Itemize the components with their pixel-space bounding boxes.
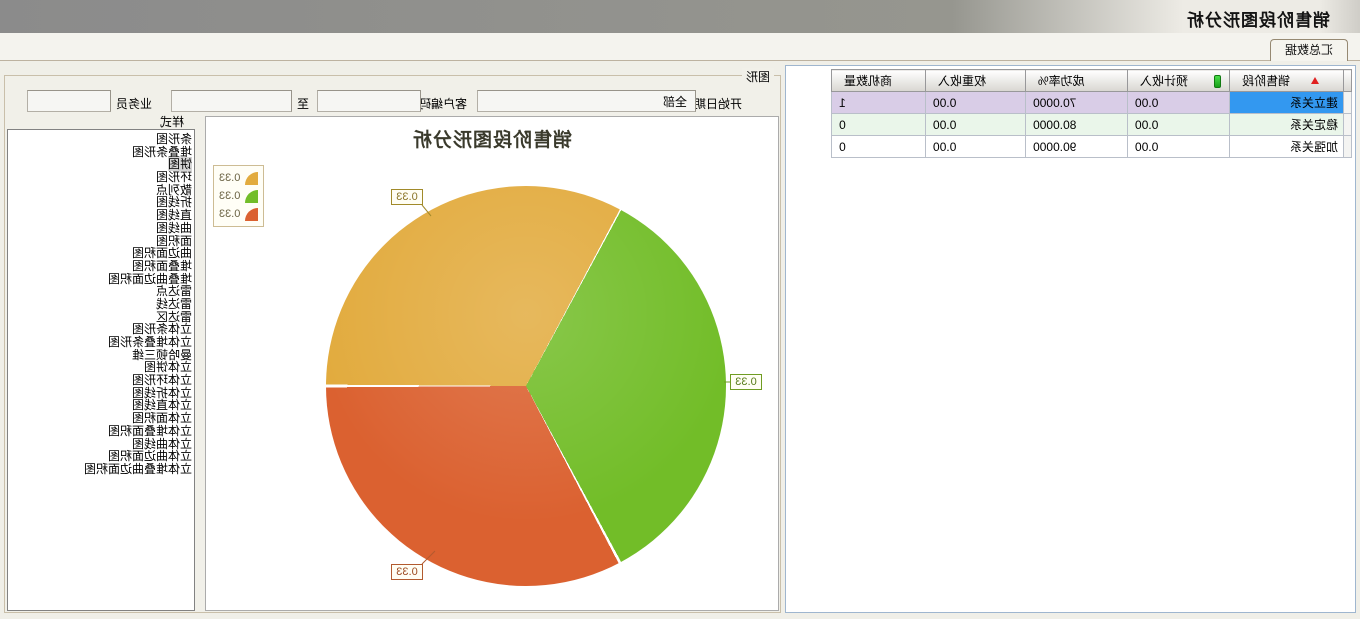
customer-code-input[interactable] [317,90,421,112]
table-cell[interactable]: 建立关系 [1230,92,1344,114]
table-cell[interactable]: 70.0000 [1026,92,1128,114]
salesperson-label: 业务员 [116,95,152,112]
table-cell[interactable]: 0.00 [1128,114,1230,136]
table-cell[interactable]: 90.0000 [1026,136,1128,158]
style-list-item[interactable]: 堆叠条形图 [10,146,192,159]
row-indicator[interactable] [1344,114,1352,136]
header-corner [1344,70,1352,92]
to-label: 至 [297,95,309,112]
table-cell[interactable]: 80.0000 [1026,114,1128,136]
legend-entry: 0.33 [219,205,258,223]
tab-strip [0,33,1360,61]
style-list[interactable]: 条形图堆叠条形图饼图环形图散列点折线图直线图曲线图面积图曲边面积图堆叠面积图堆叠… [7,129,195,611]
start-date-input[interactable] [477,90,696,112]
table-cell[interactable]: 0.00 [926,92,1026,114]
customer-code-to-input[interactable] [171,90,292,112]
column-header-success-rate[interactable]: 成功率% [1026,70,1128,92]
groupbox-label: 图形 [742,68,774,85]
title-bar: 销售阶段图形分析 [0,0,1360,33]
table-cell[interactable]: 0.00 [1128,136,1230,158]
legend-entry: 0.33 [219,169,258,187]
table-row: 稳定关系0.0080.00000.000 [832,114,1352,136]
sort-ascending-icon [1311,77,1319,84]
filter-indicator-icon [1214,75,1221,88]
chart-area: 销售阶段图形分析 0.330.330.33 0.33 0.33 0.33 [205,116,779,611]
legend-swatch-icon [245,190,258,203]
start-date-label: 开始日期 [694,95,742,112]
app-window: 销售阶段图形分析 汇总数据 销售阶段 预计收入 [0,0,1360,619]
table-cell[interactable]: 0.00 [1128,92,1230,114]
graph-groupbox: 图形 开始日期 客户编码 至 业务员 样式 条形图堆叠条形图饼图环形图散列点折线… [4,75,781,613]
pie-value-label: 0.33 [391,564,423,580]
page-title: 销售阶段图形分析 [1186,6,1330,31]
legend-swatch-icon [245,172,258,185]
tab-summary-data[interactable]: 汇总数据 [1270,39,1348,61]
chart-legend: 0.330.330.33 [213,165,264,227]
column-header-opportunity-count[interactable]: 商机数量 [832,70,926,92]
table-cell[interactable]: 1 [832,92,926,114]
salesperson-input[interactable] [27,90,111,112]
style-list-label: 样式 [160,113,184,130]
pie-chart[interactable] [326,186,726,586]
table-header-row: 销售阶段 预计收入 成功率% 权重收入 商机数量 [832,70,1352,92]
style-list-item[interactable]: 立体堆叠曲边面积图 [10,463,192,476]
pie-value-label: 0.33 [391,189,423,205]
table-row: 加强关系0.0090.00000.000 [832,136,1352,158]
table-cell[interactable]: 0.00 [926,114,1026,136]
chart-title: 销售阶段图形分析 [206,125,778,152]
table-cell[interactable]: 0 [832,114,926,136]
row-indicator[interactable] [1344,136,1352,158]
legend-entry: 0.33 [219,187,258,205]
table-body: 建立关系0.0070.00000.001稳定关系0.0080.00000.000… [832,92,1352,158]
pie-value-label: 0.33 [730,374,762,390]
table-cell[interactable]: 0 [832,136,926,158]
summary-grid-panel: 销售阶段 预计收入 成功率% 权重收入 商机数量 [785,65,1356,613]
row-indicator[interactable] [1344,92,1352,114]
table-cell[interactable]: 加强关系 [1230,136,1344,158]
column-header-expected-income[interactable]: 预计收入 [1128,70,1230,92]
column-header-weighted-income[interactable]: 权重收入 [926,70,1026,92]
column-header-stage[interactable]: 销售阶段 [1230,70,1344,92]
table-cell[interactable]: 稳定关系 [1230,114,1344,136]
customer-code-label: 客户编码 [419,95,467,112]
table-row: 建立关系0.0070.00000.001 [832,92,1352,114]
summary-table: 销售阶段 预计收入 成功率% 权重收入 商机数量 [831,69,1352,158]
legend-swatch-icon [245,208,258,221]
table-cell[interactable]: 0.00 [926,136,1026,158]
